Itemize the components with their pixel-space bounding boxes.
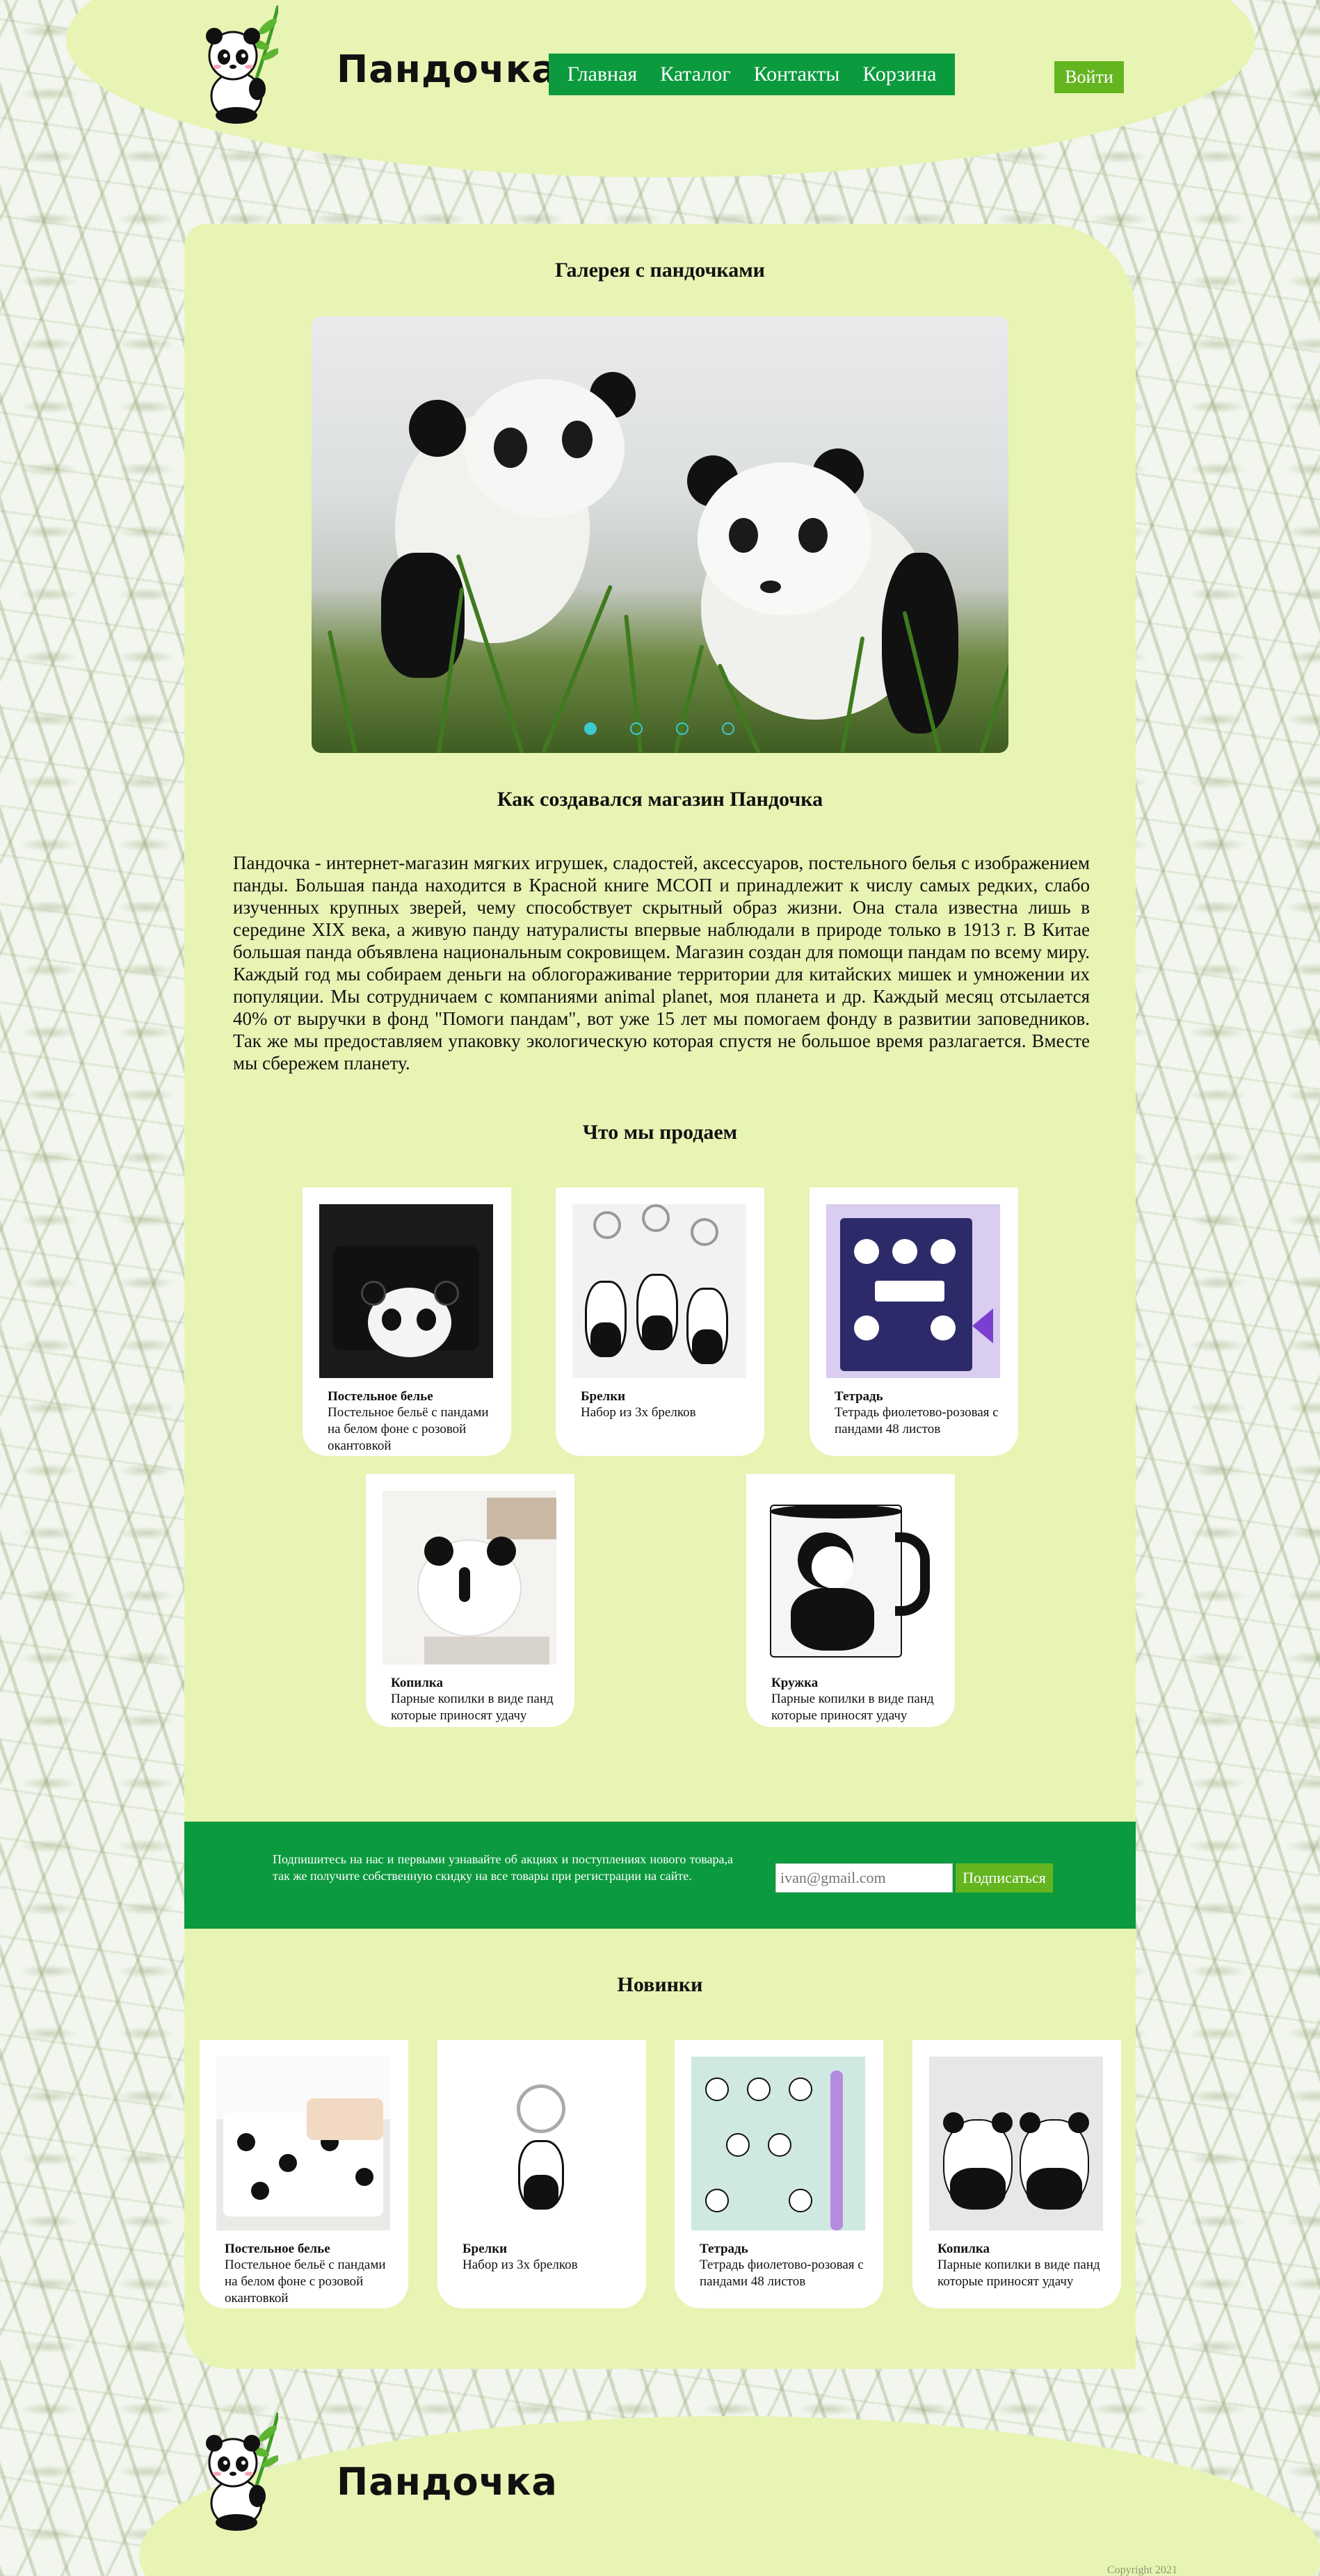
footer-background	[139, 2416, 1320, 2576]
product-name: Тетрадь	[700, 2242, 748, 2256]
product-card-mug[interactable]: Кружка Парные копилки в виде панд которы…	[746, 1474, 955, 1727]
product-name: Копилка	[937, 2242, 990, 2256]
product-name: Кружка	[771, 1676, 819, 1690]
about-title: Как создавался магазин Пандочка	[497, 788, 823, 811]
panda-eye	[562, 421, 593, 458]
slider-dot-3[interactable]	[676, 722, 689, 735]
grass-blade	[979, 653, 1008, 753]
new-card-bedding[interactable]: Постельное белье Постельное бельё с панд…	[200, 2040, 408, 2308]
product-desc: Парные копилки в виде панд которые прино…	[771, 1692, 934, 1723]
login-button[interactable]: Войти	[1054, 61, 1124, 93]
new-image-keychain	[454, 2057, 628, 2230]
slider-dot-1[interactable]	[584, 722, 597, 735]
product-desc: Набор из 3х брелков	[581, 1405, 696, 1420]
about-text: Пандочка - интернет-магазин мягких игруш…	[233, 852, 1090, 1074]
product-image-mug	[763, 1491, 937, 1664]
nav-item-contacts[interactable]: Контакты	[754, 63, 840, 86]
product-name: Постельное белье	[225, 2242, 330, 2256]
product-name: Брелки	[581, 1389, 626, 1404]
new-image-notebook	[691, 2057, 865, 2230]
product-name: Тетрадь	[835, 1389, 883, 1404]
product-image-keychains	[572, 1204, 746, 1378]
product-card-piggybank[interactable]: Копилка Парные копилки в виде панд котор…	[366, 1474, 574, 1727]
product-card-notebook[interactable]: Тетрадь Тетрадь фиолетово-розовая с панд…	[810, 1188, 1018, 1456]
product-image-notebook	[826, 1204, 1000, 1378]
logo-text[interactable]: Пандочка	[337, 47, 558, 91]
product-name: Копилка	[391, 1676, 444, 1690]
product-desc: Тетрадь фиолетово-розовая с пандами 48 л…	[700, 2258, 864, 2289]
panda-logo-icon[interactable]	[202, 2413, 278, 2534]
subscribe-text: Подпишитесь на нас и первыми узнавайте о…	[273, 1852, 733, 1883]
new-card-piggybank[interactable]: Копилка Парные копилки в виде панд котор…	[912, 2040, 1121, 2308]
product-desc: Парные копилки в виде панд которые прино…	[937, 2258, 1100, 2289]
panda-arm	[882, 553, 958, 734]
nav-item-home[interactable]: Главная	[567, 63, 637, 86]
new-image-bedding	[216, 2057, 390, 2230]
new-card-keychain[interactable]: Брелки Набор из 3х брелков	[437, 2040, 646, 2308]
footer-logo-text[interactable]: Пандочка	[337, 2460, 558, 2504]
panda-ear-left	[409, 400, 466, 457]
product-card-bedding[interactable]: Постельное белье Постельное бельё с панд…	[303, 1188, 511, 1456]
panda-nose	[760, 581, 781, 593]
product-desc: Набор из 3х брелков	[462, 2258, 578, 2272]
product-image-bedding	[319, 1204, 493, 1378]
new-image-piggybank	[929, 2057, 1103, 2230]
product-desc: Постельное бельё с пандами на белом фоне…	[328, 1405, 489, 1453]
products-title: Что мы продаем	[582, 1121, 738, 1144]
panda-eye	[494, 428, 527, 468]
product-desc: Постельное бельё с пандами на белом фоне…	[225, 2258, 386, 2306]
product-desc: Парные копилки в виде панд которые прино…	[391, 1692, 554, 1723]
product-image-piggybank	[383, 1491, 556, 1664]
slide-panda-right-head	[698, 462, 871, 615]
panda-logo-icon[interactable]	[202, 6, 278, 127]
gallery-title: Галерея с пандочками	[555, 259, 765, 282]
copyright-text: Copyright 2021	[1107, 2564, 1177, 2576]
grass-blade	[327, 630, 357, 753]
product-name: Постельное белье	[328, 1389, 433, 1404]
slider-dot-2[interactable]	[630, 722, 643, 735]
product-desc: Тетрадь фиолетово-розовая с пандами 48 л…	[835, 1405, 999, 1436]
new-card-notebook[interactable]: Тетрадь Тетрадь фиолетово-розовая с панд…	[675, 2040, 883, 2308]
slide-panda-left-head	[465, 379, 625, 518]
product-name: Брелки	[462, 2242, 508, 2256]
main-nav: Главная Каталог Контакты Корзина	[549, 54, 955, 95]
panda-eye	[798, 518, 828, 553]
subscribe-button[interactable]: Подписаться	[956, 1863, 1053, 1893]
gallery-slider[interactable]	[312, 316, 1008, 753]
email-input[interactable]	[775, 1863, 953, 1893]
grass-blade	[673, 645, 705, 753]
new-items-title: Новинки	[617, 1973, 703, 1996]
slider-dot-4[interactable]	[722, 722, 734, 735]
product-card-keychains[interactable]: Брелки Набор из 3х брелков	[556, 1188, 764, 1456]
panda-eye	[729, 518, 758, 553]
nav-item-cart[interactable]: Корзина	[862, 63, 936, 86]
nav-item-catalog[interactable]: Каталог	[660, 63, 730, 86]
